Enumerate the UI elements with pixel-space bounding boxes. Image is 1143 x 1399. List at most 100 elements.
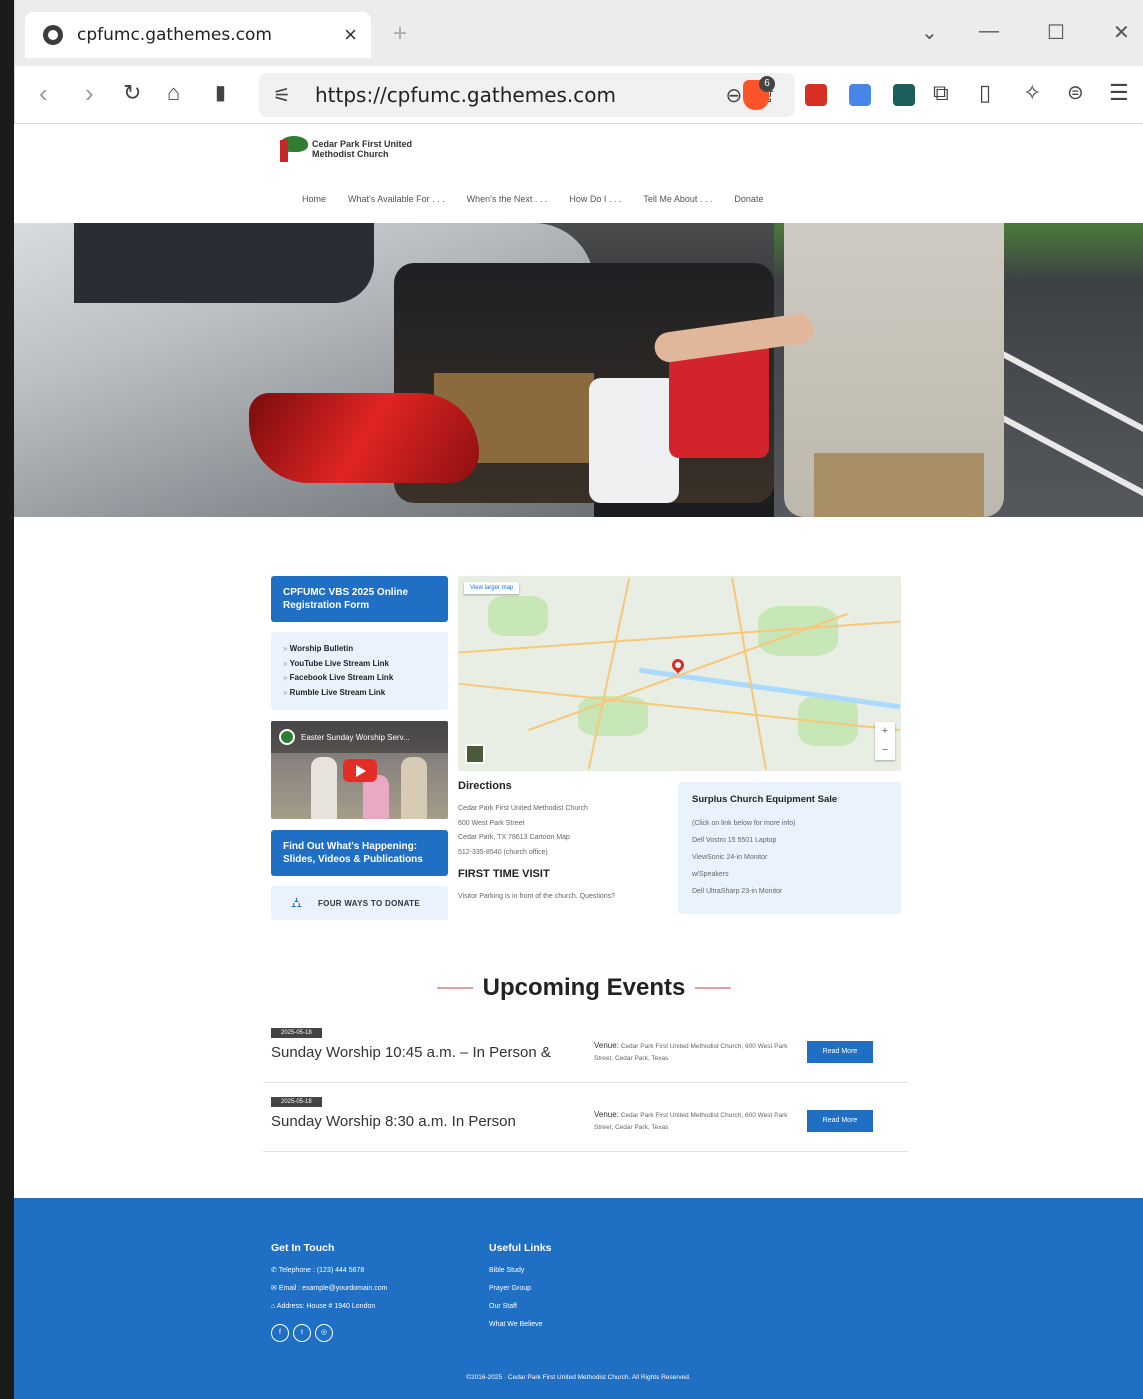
close-tab-icon[interactable]: × — [344, 22, 357, 48]
surplus-item-link[interactable]: w/Speakers — [692, 866, 887, 883]
channel-avatar — [279, 729, 295, 745]
address-line[interactable]: Cedar Park, TX 78613 Cartoon Map — [458, 831, 668, 846]
surplus-sale-box: Surplus Church Equipment Sale (Click on … — [678, 782, 901, 914]
gmail-extension-icon[interactable] — [805, 84, 827, 106]
social-links: f t ◎ — [271, 1324, 387, 1342]
stream-links: Worship Bulletin YouTube Live Stream Lin… — [271, 632, 448, 710]
address-bar[interactable]: ⚟ https://cpfumc.gathemes.com ⊖ ⇪ — [259, 73, 795, 117]
surplus-line: (Click on link below for more info) — [692, 820, 796, 827]
vbs-registration-button[interactable]: CPFUMC VBS 2025 Online Registration Form — [271, 576, 448, 622]
url-text[interactable]: https://cpfumc.gathemes.com — [315, 83, 725, 107]
instagram-icon[interactable]: ◎ — [315, 1324, 333, 1342]
donate-label: FOUR WAYS TO DONATE — [317, 898, 420, 908]
site-header: Cedar Park First United Methodist Church… — [14, 124, 1143, 223]
event-venue: Venue: Cedar Park First United Methodist… — [594, 1040, 794, 1065]
events-heading: Upcoming Events — [424, 974, 744, 1002]
event-name[interactable]: Sunday Worship 10:45 a.m. – In Person & — [271, 1044, 551, 1061]
useful-links-column: Useful Links Bible Study Prayer Group Ou… — [489, 1242, 551, 1334]
surplus-heading: Surplus Church Equipment Sale — [692, 794, 838, 805]
tab-bar: cpfumc.gathemes.com × + ⌄ — ☐ ✕ — [15, 0, 1143, 66]
first-visit-text: Visitor Parking is in front of the churc… — [458, 893, 616, 900]
google-map[interactable]: View larger map + − — [458, 576, 901, 771]
forward-icon[interactable]: › — [85, 78, 94, 108]
home-icon[interactable]: ⌂ — [167, 78, 180, 108]
email-line[interactable]: ✉ Email : example@yourdomain.com — [271, 1280, 387, 1298]
video-embed[interactable]: Easter Sunday Worship Serv... — [271, 721, 448, 819]
logo-text: Cedar Park First United Methodist Church — [312, 139, 413, 159]
email-icon: ✉ — [271, 1285, 279, 1292]
main-nav: Home What's Available For . . . When's t… — [302, 194, 763, 204]
nav-whats-available[interactable]: What's Available For . . . — [348, 194, 445, 204]
leo-icon[interactable]: ✧ — [1023, 78, 1041, 108]
nav-donate[interactable]: Donate — [734, 194, 763, 204]
phone-line: 512-335-8540 (church office) — [458, 848, 548, 856]
sidebar-icon[interactable]: ▯ — [979, 78, 991, 108]
copyright: ©2016-2025 · Cedar Park First United Met… — [466, 1374, 691, 1381]
event-row: 2025-05-18 Sunday Worship 10:45 a.m. – I… — [263, 1014, 908, 1083]
bitwarden-extension-icon[interactable] — [893, 84, 915, 106]
footer-link[interactable]: Prayer Group — [489, 1280, 551, 1298]
venue-text: Cedar Park First United Methodist Church… — [594, 1112, 788, 1131]
nav-how-do-i[interactable]: How Do I . . . — [569, 194, 621, 204]
map-zoom-control[interactable]: + − — [875, 722, 895, 760]
tab-list-icon[interactable]: ⌄ — [921, 20, 938, 45]
reload-icon[interactable]: ↻ — [123, 78, 141, 108]
link-worship-bulletin[interactable]: Worship Bulletin — [283, 642, 436, 657]
site-settings-icon[interactable]: ⚟ — [273, 83, 315, 108]
bookmark-icon[interactable]: ▮ — [215, 78, 226, 108]
footer-link[interactable]: Our Staff — [489, 1298, 551, 1316]
back-icon[interactable]: ‹ — [39, 78, 48, 108]
event-date: 2025-05-18 — [271, 1097, 322, 1107]
map-pin-icon[interactable] — [669, 656, 687, 674]
twitter-icon[interactable]: t — [293, 1324, 311, 1342]
extensions-icon[interactable]: ⧉ — [933, 78, 949, 108]
web-page: Cedar Park First United Methodist Church… — [14, 124, 1143, 1399]
whats-happening-button[interactable]: Find Out What's Happening: Slides, Video… — [271, 830, 448, 876]
venue-label: Venue: — [594, 1041, 619, 1050]
contact-column: Get In Touch ✆ Telephone : (123) 444 567… — [271, 1242, 387, 1342]
globe-icon — [43, 25, 63, 45]
useful-links-heading: Useful Links — [489, 1242, 552, 1254]
link-facebook-stream[interactable]: Facebook Live Stream Link — [283, 671, 436, 686]
address-line: ⌂ Address: House # 1940 London — [271, 1303, 376, 1310]
vpn-icon[interactable]: ⊜ — [1067, 78, 1084, 108]
contact-heading: Get In Touch — [271, 1242, 335, 1254]
link-youtube-stream[interactable]: YouTube Live Stream Link — [283, 657, 436, 672]
play-icon[interactable] — [343, 759, 377, 782]
menu-icon[interactable]: ☰ — [1109, 78, 1129, 108]
footer-link[interactable]: What We Believe — [489, 1316, 551, 1334]
directions-section: Directions Cedar Park First United Metho… — [458, 780, 668, 905]
event-name[interactable]: Sunday Worship 8:30 a.m. In Person — [271, 1113, 516, 1130]
satellite-toggle[interactable] — [465, 744, 485, 764]
event-venue: Venue: Cedar Park First United Methodist… — [594, 1109, 794, 1134]
new-tab-icon[interactable]: + — [393, 20, 407, 48]
donate-button[interactable]: ⛼ FOUR WAYS TO DONATE — [271, 886, 448, 920]
link-rumble-stream[interactable]: Rumble Live Stream Link — [283, 686, 436, 701]
event-date: 2025-05-18 — [271, 1028, 322, 1038]
nav-home[interactable]: Home — [302, 194, 326, 204]
nav-whens-next[interactable]: When's the Next . . . — [467, 194, 548, 204]
directions-heading: Directions — [458, 780, 512, 792]
zoom-icon[interactable]: ⊖ — [725, 83, 742, 108]
read-more-button[interactable]: Read More — [807, 1110, 873, 1132]
window-close-icon[interactable]: ✕ — [1113, 20, 1130, 45]
sitemap-icon: ⛼ — [291, 893, 302, 910]
surplus-item-link[interactable]: Dell Vostro 15 5501 Laptop — [692, 832, 887, 849]
view-larger-map-link[interactable]: View larger map — [464, 582, 520, 594]
translate-extension-icon[interactable] — [849, 84, 871, 106]
browser-chrome: cpfumc.gathemes.com × + ⌄ — ☐ ✕ ‹ › ↻ ⌂ … — [14, 0, 1143, 124]
site-footer: Get In Touch ✆ Telephone : (123) 444 567… — [14, 1198, 1143, 1399]
facebook-icon[interactable]: f — [271, 1324, 289, 1342]
surplus-item-link[interactable]: Dell UltraSharp 23-in Monitor — [692, 883, 887, 900]
phone-icon: ✆ — [271, 1267, 279, 1274]
nav-tell-me-about[interactable]: Tell Me About . . . — [643, 194, 712, 204]
read-more-button[interactable]: Read More — [807, 1041, 873, 1063]
minimize-icon[interactable]: — — [979, 20, 999, 43]
maximize-icon[interactable]: ☐ — [1047, 20, 1065, 45]
browser-toolbar: ‹ › ↻ ⌂ ▮ ⚟ https://cpfumc.gathemes.com … — [15, 66, 1143, 124]
footer-link[interactable]: Bible Study — [489, 1262, 551, 1280]
surplus-item-link[interactable]: ViewSonic 24-in Monitor — [692, 849, 887, 866]
site-logo[interactable]: Cedar Park First United Methodist Church — [276, 136, 442, 162]
browser-tab[interactable]: cpfumc.gathemes.com × — [25, 12, 371, 58]
shield-count-badge: 6 — [759, 76, 775, 92]
